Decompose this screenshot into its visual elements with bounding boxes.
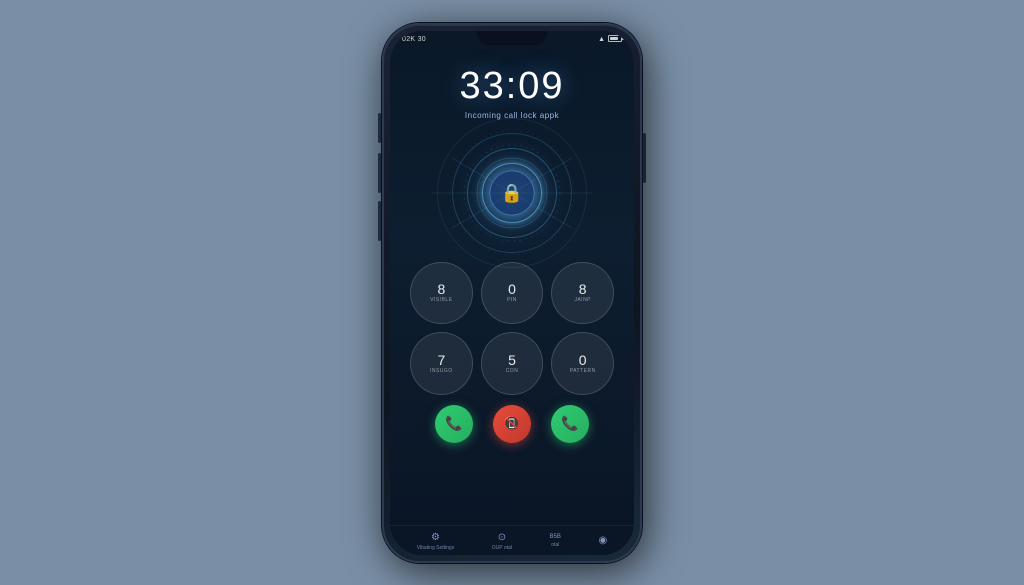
settings-icon: ⚙ xyxy=(431,532,440,543)
key-8-jainp[interactable]: 8 Jainp xyxy=(551,262,614,325)
time-display: 33:09 xyxy=(459,65,564,108)
key-5-con[interactable]: 5 Con xyxy=(481,332,544,395)
volume-down-button[interactable] xyxy=(378,153,381,193)
signal-icon: ▲ xyxy=(598,36,605,43)
phone-container: 02K 30 ▲ 33:09 Incoming call lock appk xyxy=(382,23,642,563)
bottom-item-oup[interactable]: ⊙ OUP otal xyxy=(492,532,512,551)
battery-icon-wrapper xyxy=(608,35,622,44)
status-left-text: 02K 30 xyxy=(402,36,426,43)
key-num-8b: 8 xyxy=(579,282,587,296)
lock-icon-circle: 🔒 xyxy=(490,171,534,215)
key-0-pattern[interactable]: 0 Pattern xyxy=(551,332,614,395)
key-num-7: 7 xyxy=(437,353,445,367)
phone-body: 02K 30 ▲ 33:09 Incoming call lock appk xyxy=(382,23,642,563)
accept-icon-left: 📞 xyxy=(445,415,462,432)
power-button[interactable] xyxy=(643,133,646,183)
volume-up-button[interactable] xyxy=(378,113,381,143)
bottom-item-b5b[interactable]: B5B otal xyxy=(550,534,561,548)
phone-screen: 02K 30 ▲ 33:09 Incoming call lock appk xyxy=(390,31,634,555)
key-label-visible: Visible xyxy=(430,297,452,303)
key-num-5: 5 xyxy=(508,353,516,367)
accept-call-button-left[interactable]: 📞 xyxy=(435,405,473,443)
accept-icon-right: 📞 xyxy=(561,415,578,432)
decline-call-button[interactable]: 📵 xyxy=(493,405,531,443)
bottom-item-extra[interactable]: ◉ xyxy=(598,535,607,548)
lock-icon: 🔒 xyxy=(501,184,523,202)
key-label-jainp: Jainp xyxy=(574,297,591,303)
keypad: 8 Visible 0 PIN 8 Jainp 7 Insugo 5 Con xyxy=(390,262,634,395)
key-label-pattern: Pattern xyxy=(570,368,596,374)
key-0-pin[interactable]: 0 PIN xyxy=(481,262,544,325)
key-num-8a: 8 xyxy=(437,282,445,296)
accept-call-button-right[interactable]: 📞 xyxy=(551,405,589,443)
battery-icon xyxy=(608,35,622,42)
key-label-con: Con xyxy=(506,368,519,374)
lock-area: 🔒 xyxy=(432,128,592,258)
bottom-item-settings[interactable]: ⚙ Vibating Settings xyxy=(417,532,454,551)
extra-icon: ◉ xyxy=(598,535,607,546)
battery-fill xyxy=(610,37,618,40)
bottom-bar: ⚙ Vibating Settings ⊙ OUP otal B5B otal … xyxy=(390,525,634,555)
settings-label: Vibating Settings xyxy=(417,545,454,551)
status-right: ▲ xyxy=(598,35,622,44)
camera-button[interactable] xyxy=(378,201,381,241)
key-7-insugo[interactable]: 7 Insugo xyxy=(410,332,473,395)
call-buttons: 📞 📵 📞 xyxy=(435,405,589,443)
oup-label: OUP otal xyxy=(492,545,512,551)
key-num-0b: 0 xyxy=(579,353,587,367)
decline-icon: 📵 xyxy=(503,415,520,432)
b5b-label: otal xyxy=(551,542,559,548)
status-bar: 02K 30 ▲ xyxy=(390,33,634,44)
key-label-insugo: Insugo xyxy=(430,368,453,374)
oup-icon: ⊙ xyxy=(498,532,506,543)
key-label-pin: PIN xyxy=(507,297,517,303)
b5b-icon: B5B xyxy=(550,534,561,540)
key-8-visible[interactable]: 8 Visible xyxy=(410,262,473,325)
key-num-0a: 0 xyxy=(508,282,516,296)
